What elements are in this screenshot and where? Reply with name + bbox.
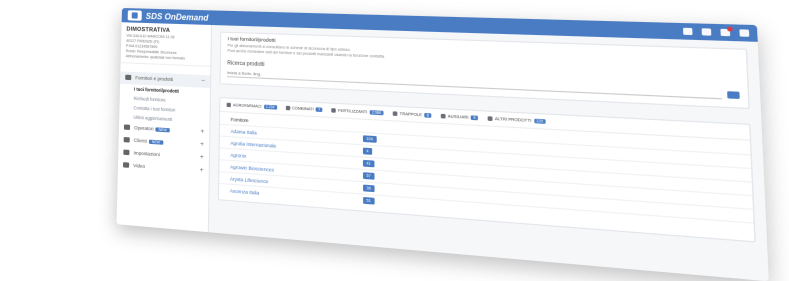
combo-icon bbox=[285, 105, 290, 111]
tab-agrofarmaci[interactable]: AGROFARMACI 1.234 bbox=[226, 102, 277, 110]
notifications-icon[interactable] bbox=[720, 28, 731, 37]
tab-label: TRAPPOLE bbox=[399, 111, 423, 118]
results-card: AGROFARMACI 1.234 COMBINATI 7 FERTILIZZANT… bbox=[217, 96, 756, 243]
tab-label: AGROFARMACI bbox=[232, 103, 262, 109]
sidebar-group-label: Fornitori e prodotti bbox=[135, 75, 174, 83]
messages-icon[interactable] bbox=[682, 27, 693, 36]
tab-fertilizzanti[interactable]: FERTILIZZANTI 2.986 bbox=[331, 108, 384, 116]
tab-label: FERTILIZZANTI bbox=[338, 108, 368, 115]
app-logo bbox=[127, 10, 142, 21]
sidebar-group-label: Impostazioni bbox=[133, 150, 160, 158]
box-icon bbox=[487, 116, 493, 122]
tab-count: 129 bbox=[533, 118, 546, 124]
product-count-button[interactable]: 57 bbox=[363, 172, 375, 180]
sprout-icon bbox=[331, 108, 336, 113]
trap-icon bbox=[392, 111, 398, 117]
expand-toggle[interactable]: + bbox=[200, 129, 204, 136]
tab-count: 6 bbox=[470, 115, 479, 121]
collapse-toggle[interactable]: − bbox=[201, 78, 205, 84]
tab-count: 8 bbox=[424, 112, 432, 118]
settings-gear-icon bbox=[123, 149, 130, 156]
sidebar-group-label: Operatori bbox=[134, 125, 154, 132]
tab-label: AUSILIARI bbox=[447, 114, 469, 120]
product-count-button[interactable]: 41 bbox=[362, 159, 375, 168]
app-window: SDS OnDemand DIMOSTRATIVA VIA GALILEI MA… bbox=[116, 8, 769, 281]
brand-title: SDS OnDemand bbox=[145, 11, 209, 23]
bug-icon bbox=[440, 113, 446, 119]
organization-info: DIMOSTRATIVA VIA GALILEI MARCONI 11 28 4… bbox=[120, 22, 211, 67]
operators-icon bbox=[123, 124, 131, 131]
sidebar-group-label: Video bbox=[133, 162, 146, 170]
suppliers-icon bbox=[125, 74, 132, 81]
product-count-button[interactable]: 36 bbox=[363, 184, 375, 193]
tab-label: COMBINATI bbox=[291, 106, 314, 112]
tab-ausiliari[interactable]: AUSILIARI 6 bbox=[440, 113, 479, 121]
tab-label: ALTRI PRODOTTI bbox=[494, 116, 532, 124]
tab-count: 2.986 bbox=[369, 110, 384, 116]
expand-toggle[interactable]: + bbox=[200, 141, 204, 148]
search-button[interactable] bbox=[727, 91, 740, 99]
new-badge: NEW bbox=[155, 127, 170, 133]
tab-altri-prodotti[interactable]: ALTRI PRODOTTI 129 bbox=[487, 116, 546, 124]
product-count-button[interactable]: 104 bbox=[362, 135, 377, 143]
leaf-icon bbox=[226, 102, 231, 108]
sidebar-group-label: Clienti bbox=[133, 137, 147, 144]
video-icon bbox=[122, 162, 130, 168]
tab-combinati[interactable]: COMBINATI 7 bbox=[285, 105, 323, 113]
info-card: I tuoi fornitori/prodotti Per gli abbona… bbox=[219, 31, 750, 110]
new-badge: NEW bbox=[148, 139, 164, 145]
product-count-button[interactable]: 51 bbox=[363, 196, 375, 205]
tab-count: 7 bbox=[315, 107, 323, 113]
sidebar: DIMOSTRATIVA VIA GALILEI MARCONI 11 28 4… bbox=[116, 22, 213, 233]
tab-trappole[interactable]: TRAPPOLE 8 bbox=[392, 111, 432, 118]
expand-toggle[interactable]: + bbox=[200, 167, 204, 174]
help-icon[interactable] bbox=[701, 28, 712, 36]
settings-icon[interactable] bbox=[739, 29, 750, 37]
tab-count: 1.234 bbox=[263, 104, 277, 110]
product-count-button[interactable]: 4 bbox=[362, 147, 373, 155]
expand-toggle[interactable]: + bbox=[200, 154, 204, 161]
main-content: I tuoi fornitori/prodotti Per gli abbona… bbox=[209, 25, 769, 281]
clients-icon bbox=[123, 137, 130, 143]
